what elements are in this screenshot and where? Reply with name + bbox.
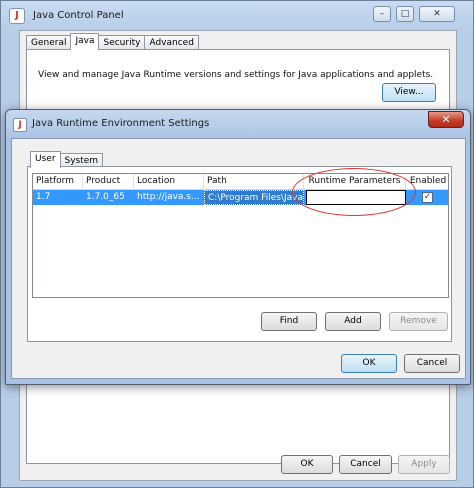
title-bar[interactable]: J Java Control Panel – □ ✕	[1, 1, 473, 31]
enabled-checkbox[interactable]: ✓	[422, 192, 433, 203]
column-runtime-parameters[interactable]: Runtime Parameters	[304, 174, 406, 190]
maximize-icon[interactable]: □	[396, 6, 414, 22]
jre-settings-dialog: J Java Runtime Environment Settings ✕ Us…	[5, 109, 471, 385]
view-button[interactable]: View...	[382, 83, 436, 102]
tab-user[interactable]: User	[30, 151, 61, 168]
column-location[interactable]: Location	[134, 174, 204, 190]
window-title: Java Control Panel	[33, 10, 124, 21]
column-enabled[interactable]: Enabled	[406, 174, 448, 190]
column-product[interactable]: Product	[83, 174, 134, 190]
apply-button[interactable]: Apply	[398, 455, 450, 474]
java-tab-description: View and manage Java Runtime versions an…	[38, 70, 434, 80]
runtime-parameters-input[interactable]	[306, 190, 406, 205]
remove-button[interactable]: Remove	[389, 312, 448, 331]
close-icon[interactable]: ✕	[428, 111, 464, 128]
tab-general[interactable]: General	[26, 35, 72, 50]
table-header: Platform Product Location Path Runtime P…	[33, 174, 448, 190]
cell-path[interactable]: C:\Program Files\Java\...	[204, 190, 304, 205]
jre-table: Platform Product Location Path Runtime P…	[32, 173, 449, 298]
cell-product: 1.7.0_65	[86, 192, 125, 202]
tab-security[interactable]: Security	[98, 35, 146, 50]
dialog-cancel-button[interactable]: Cancel	[404, 354, 460, 373]
dialog-title: Java Runtime Environment Settings	[32, 118, 210, 129]
table-row[interactable]: 1.7 1.7.0_65 http://java.s... C:\Program…	[33, 190, 448, 205]
add-button[interactable]: Add	[325, 312, 381, 331]
tab-strip: General Java Security Advanced	[26, 33, 199, 50]
close-icon[interactable]: ✕	[419, 6, 455, 22]
dialog-ok-button[interactable]: OK	[341, 354, 397, 373]
user-tab-panel: Platform Product Location Path Runtime P…	[27, 166, 452, 342]
tab-advanced[interactable]: Advanced	[144, 35, 199, 50]
java-icon: J	[9, 8, 25, 24]
dialog-body: User System Platform Product Location Pa…	[11, 138, 466, 379]
minimize-icon[interactable]: –	[373, 6, 391, 22]
ok-button[interactable]: OK	[281, 455, 333, 474]
tab-java[interactable]: Java	[70, 33, 100, 50]
column-platform[interactable]: Platform	[33, 174, 83, 190]
column-path[interactable]: Path	[204, 174, 304, 190]
find-button[interactable]: Find	[261, 312, 317, 331]
cancel-button[interactable]: Cancel	[339, 455, 392, 474]
java-icon: J	[13, 118, 27, 132]
cell-location: http://java.s...	[137, 192, 200, 202]
cell-platform: 1.7	[36, 192, 51, 202]
